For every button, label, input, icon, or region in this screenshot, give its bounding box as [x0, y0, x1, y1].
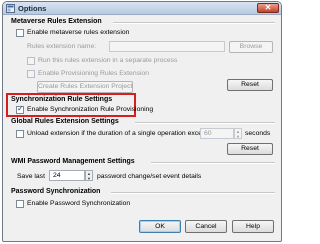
global-reset-button[interactable]: Reset	[227, 143, 273, 155]
spinner-down-icon: ▼	[236, 134, 240, 139]
cancel-button[interactable]: Cancel	[185, 220, 227, 233]
enable-provisioning-extension-checkbox[interactable]	[27, 70, 35, 78]
save-last-input[interactable]: 24	[49, 170, 85, 181]
options-app-icon	[6, 4, 15, 13]
rules-extension-name-input[interactable]	[109, 41, 225, 52]
browse-button[interactable]: Browse	[229, 41, 273, 53]
spinner-down-icon: ▼	[87, 176, 91, 181]
unload-extension-checkbox[interactable]	[16, 130, 24, 138]
global-rules-heading: Global Rules Extension Settings	[11, 118, 119, 125]
save-last-spinner[interactable]: ▲ ▼	[85, 170, 93, 181]
separate-process-checkbox[interactable]	[27, 57, 35, 65]
save-last-value: 24	[53, 172, 61, 179]
metaverse-heading: Metaverse Rules Extension	[11, 18, 102, 25]
password-sync-divider	[111, 192, 275, 194]
help-button[interactable]: Help	[232, 220, 274, 233]
create-rules-extension-project-button[interactable]: Create Rules Extension Project	[37, 81, 133, 93]
enable-metaverse-label: Enable metaverse rules extension	[27, 29, 130, 36]
title-bar: Options ✕	[3, 2, 281, 15]
window-title: Options	[18, 4, 47, 13]
seconds-label: seconds	[245, 130, 271, 137]
unload-extension-label: Unload extension if the duration of a si…	[27, 130, 215, 137]
metaverse-reset-button[interactable]: Reset	[227, 79, 273, 91]
enable-sync-rule-provisioning-checkbox[interactable]: ✓	[16, 104, 24, 114]
close-button[interactable]: ✕	[257, 3, 279, 13]
metaverse-divider	[113, 22, 275, 24]
enable-provisioning-extension-label: Enable Provisioning Rules Extension	[38, 70, 150, 77]
wmi-divider	[151, 162, 275, 164]
save-last-label: Save last	[17, 173, 45, 180]
close-icon: ✕	[264, 3, 272, 12]
unload-duration-input[interactable]: 60	[200, 128, 234, 139]
unload-duration-spinner[interactable]: ▲ ▼	[234, 128, 242, 139]
enable-password-sync-label: Enable Password Synchronization	[27, 200, 131, 207]
event-details-label: password change/set event details	[97, 173, 202, 180]
separate-process-label: Run this rules extension in a separate p…	[38, 57, 178, 64]
global-rules-divider	[135, 122, 275, 124]
password-sync-heading: Password Synchronization	[11, 188, 101, 195]
enable-metaverse-checkbox[interactable]	[16, 29, 24, 37]
ok-button[interactable]: OK	[139, 220, 181, 233]
enable-password-sync-checkbox[interactable]	[16, 200, 24, 208]
rules-extension-name-label: Rules extension name:	[27, 43, 97, 50]
enable-sync-rule-provisioning-label: Enable Synchronization Rule Provisioning	[27, 106, 154, 113]
options-dialog: Options ✕ Metaverse Rules Extension Enab…	[2, 1, 282, 242]
unload-duration-value: 60	[204, 130, 212, 137]
wmi-heading: WMI Password Management Settings	[11, 158, 135, 165]
checkmark-icon: ✓	[17, 104, 24, 113]
sync-rule-heading: Synchronization Rule Settings	[11, 96, 113, 103]
